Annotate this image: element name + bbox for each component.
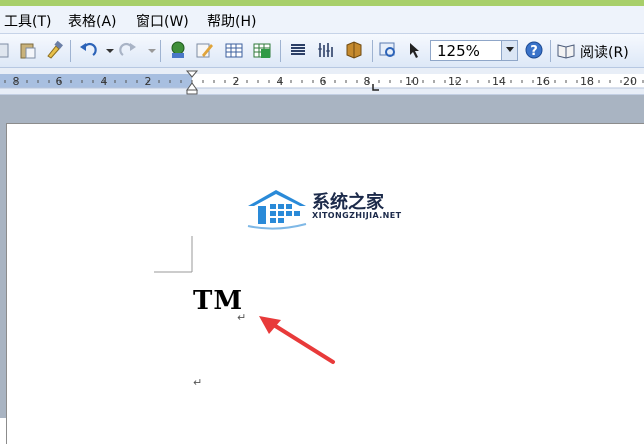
ruler-number: 12 (448, 75, 462, 88)
menu-help[interactable]: 帮助(H) (207, 11, 256, 31)
copy-icon[interactable] (0, 40, 14, 60)
svg-text:?: ? (530, 44, 538, 59)
pointer-icon[interactable] (404, 40, 424, 60)
menu-window[interactable]: 窗口(W) (136, 11, 189, 31)
house-logo-icon (247, 190, 307, 230)
format-painter-icon[interactable] (44, 40, 64, 60)
hyperlink-icon[interactable] (168, 40, 188, 60)
toolbar-separator (160, 40, 161, 62)
paragraph-mark: ↵ (193, 376, 203, 389)
toolbar-separator (372, 40, 373, 62)
ruler-number: 4 (101, 75, 108, 88)
zoom-value: 125% (437, 42, 480, 60)
ruler-number: 14 (492, 75, 506, 88)
ruler-number: 6 (56, 75, 63, 88)
ruler-number: 6 (320, 75, 327, 88)
ruler-number: 4 (277, 75, 284, 88)
watermark-subtitle: XITONGZHIJIA.NET (312, 211, 402, 220)
ruler-number: 16 (536, 75, 550, 88)
redo-icon[interactable] (118, 40, 138, 60)
undo-dropdown-icon[interactable] (100, 40, 114, 60)
horizontal-ruler[interactable]: 8 6 4 2 2 4 6 8 10 12 14 16 18 20 (0, 68, 644, 95)
standard-toolbar: 125% ? 阅读(R) (0, 34, 644, 68)
ruler-number: 8 (13, 75, 20, 88)
document-page[interactable] (6, 123, 644, 444)
ruler-number: 18 (580, 75, 594, 88)
zoom-select[interactable]: 125% (430, 40, 518, 61)
ruler-number: 8 (364, 75, 371, 88)
ruler-number: 2 (233, 75, 240, 88)
document-map-icon[interactable] (344, 40, 364, 60)
document-text[interactable]: TM (193, 286, 243, 316)
show-hide-icon[interactable] (316, 40, 336, 60)
read-icon[interactable] (556, 40, 576, 60)
document-workspace (0, 95, 644, 444)
menu-bar: 工具(T) 表格(A) 窗口(W) 帮助(H) (0, 6, 644, 34)
insert-excel-icon[interactable] (252, 40, 272, 60)
drawing-icon[interactable] (194, 40, 214, 60)
help-icon[interactable]: ? (524, 40, 544, 60)
undo-icon[interactable] (78, 40, 98, 60)
paragraph-mark: ↵ (237, 311, 247, 324)
ruler-number: 10 (405, 75, 419, 88)
paste-icon[interactable] (18, 40, 38, 60)
insert-table-icon[interactable] (224, 40, 244, 60)
research-icon[interactable] (378, 40, 398, 60)
margin-corner-marker (154, 236, 193, 273)
ruler-number: 20 (623, 75, 637, 88)
chevron-down-icon[interactable] (501, 41, 517, 60)
annotation-arrow-icon (259, 316, 335, 364)
ruler-number: 2 (145, 75, 152, 88)
toolbar-separator (550, 40, 551, 62)
redo-dropdown-icon[interactable] (142, 40, 156, 60)
read-mode-button[interactable]: 阅读(R) (580, 42, 629, 62)
toolbar-separator (70, 40, 71, 62)
menu-table[interactable]: 表格(A) (68, 11, 117, 31)
menu-tools[interactable]: 工具(T) (4, 11, 51, 31)
columns-icon[interactable] (288, 40, 308, 60)
toolbar-separator (280, 40, 281, 62)
